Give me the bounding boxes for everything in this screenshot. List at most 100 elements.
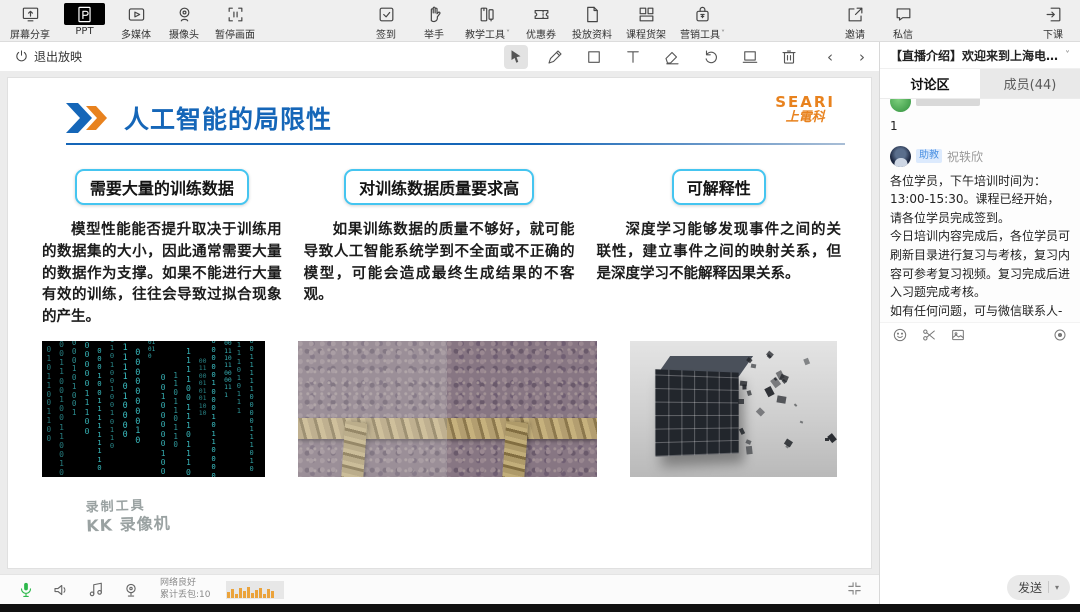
eraser-tool-button[interactable] <box>660 45 684 69</box>
pen-tool-button[interactable] <box>543 45 567 69</box>
heading-box-3: 可解释性 <box>671 169 766 205</box>
send-options-caret-icon[interactable]: ▾ <box>1055 583 1059 592</box>
toolbar-label: 投放资料 <box>572 30 612 41</box>
live-intro-title: 【直播介绍】欢迎来到上海电器... <box>890 48 1060 63</box>
toolbar-label: 教学工具 ˅ <box>465 29 510 41</box>
toolbar-materials[interactable]: 投放资料 <box>572 3 612 41</box>
media-play-icon <box>127 3 146 25</box>
toolbar-label: 优惠券 <box>526 30 556 41</box>
invite-icon <box>846 3 865 25</box>
rope-comparison-image <box>298 340 597 477</box>
toolbar-label: 私信 <box>893 30 913 41</box>
slide-stage: 人工智能的局限性 SEARI 上電科 需要大量的训练数据 对训练数据质量要求高 … <box>0 72 879 574</box>
chevron-down-icon: ˅ <box>721 29 725 38</box>
toolbar-label: 屏幕分享 <box>10 30 50 41</box>
packet-loss-label: 累计丢包:10 <box>160 589 211 600</box>
bottom-status-bar: 网络良好 累计丢包:10 <box>0 574 879 604</box>
toolbar-course-shelf[interactable]: 课程货架 <box>626 3 666 41</box>
top-toolbar: 屏幕分享 PPT 多媒体 摄像头 暂停画面 签到 举手 教学工具 ˅ 优惠券 投… <box>0 0 1080 42</box>
slide-sub-toolbar: 退出放映 ‹ › <box>0 42 879 72</box>
send-button[interactable]: 发送 ▾ <box>1006 574 1070 600</box>
toolbar-label: 邀请 <box>845 30 865 41</box>
chat-settings-button[interactable] <box>1052 327 1068 343</box>
webcam-button[interactable] <box>121 580 141 600</box>
pause-screen-icon <box>226 3 245 25</box>
exit-projection-button[interactable]: 退出放映 <box>14 48 82 65</box>
prev-slide-button[interactable]: ‹ <box>827 48 833 66</box>
toolbar-checkin[interactable]: 签到 <box>369 3 403 41</box>
toolbar-coupon[interactable]: 优惠券 <box>524 3 558 41</box>
chat-panel: 【直播介绍】欢迎来到上海电器... ˅ 讨论区 成员(44) 1 助教 祝轶欣 … <box>880 42 1080 604</box>
text-tool-button[interactable] <box>621 45 645 69</box>
matrix-image: 0101100110000011001001100101000101001000… <box>42 340 265 477</box>
toolbar-label: 暂停画面 <box>215 30 255 41</box>
chat-tabs: 讨论区 成员(44) <box>880 69 1080 99</box>
toolbar-label: 举手 <box>424 30 444 41</box>
chevron-down-icon[interactable]: ˅ <box>1065 50 1070 61</box>
end-class-icon <box>1044 3 1063 25</box>
screenshot-scissors-button[interactable] <box>921 327 937 343</box>
double-chevron-icon <box>66 103 107 133</box>
send-divider <box>1047 581 1049 593</box>
course-shelf-icon <box>637 3 656 25</box>
chat-header: 【直播介绍】欢迎来到上海电器... ˅ <box>880 42 1080 69</box>
private-message-icon <box>894 3 913 25</box>
laser-board-button[interactable] <box>738 45 762 69</box>
sender-name: 祝轶欣 <box>947 149 984 164</box>
toolbar-screen-share[interactable]: 屏幕分享 <box>10 3 50 41</box>
shape-tool-button[interactable] <box>582 45 606 69</box>
exit-projection-label: 退出放映 <box>34 50 83 64</box>
toolbar-end-class[interactable]: 下课 <box>1036 3 1070 41</box>
window-bottom-strip <box>0 604 1080 612</box>
chat-message-list[interactable]: 1 助教 祝轶欣 各位学员，下午培训时间为：13:00-15:30。课程已经开始… <box>880 99 1080 322</box>
exit-projection-icon <box>16 50 27 62</box>
toolbar-pause-screen[interactable]: 暂停画面 <box>215 3 255 41</box>
raise-hand-icon <box>425 3 444 25</box>
toolbar-marketing-tools[interactable]: 营销工具 ˅ <box>680 3 725 41</box>
tab-members[interactable]: 成员(44) <box>980 69 1080 98</box>
heading-box-2: 对训练数据质量要求高 <box>344 169 535 205</box>
materials-icon <box>583 3 602 25</box>
screen-share-icon <box>21 3 40 25</box>
emoji-button[interactable] <box>892 327 908 343</box>
chevron-down-icon: ˅ <box>506 29 510 38</box>
chat-send-row: 发送 ▾ <box>880 570 1080 604</box>
next-slide-button[interactable]: › <box>859 48 865 66</box>
toolbar-invite[interactable]: 邀请 <box>838 3 872 41</box>
tab-discussion[interactable]: 讨论区 <box>880 69 980 98</box>
avatar <box>890 145 911 167</box>
clear-annotations-button[interactable] <box>777 45 801 69</box>
network-meter <box>225 580 284 599</box>
toolbar-ppt[interactable]: PPT <box>64 3 105 37</box>
toolbar-raise-hand[interactable]: 举手 <box>417 3 451 41</box>
slide-image-row: 0101100110000011001001100101000101001000… <box>8 340 871 477</box>
toolbar-label: 多媒体 <box>121 30 151 41</box>
ppt-icon <box>64 3 105 25</box>
live-classroom-app: 屏幕分享 PPT 多媒体 摄像头 暂停画面 签到 举手 教学工具 ˅ 优惠券 投… <box>0 0 1080 612</box>
toolbar-camera[interactable]: 摄像头 <box>167 3 201 41</box>
image-button[interactable] <box>950 327 966 343</box>
toolbar-label: 摄像头 <box>169 30 199 41</box>
undo-button[interactable] <box>699 45 723 69</box>
collapse-icon <box>848 582 861 595</box>
toolbar-label: PPT <box>75 26 94 37</box>
coupon-icon <box>532 3 551 25</box>
cube-image <box>630 340 837 477</box>
network-status: 网络良好 累计丢包:10 <box>160 578 211 601</box>
network-quality-label: 网络良好 <box>160 578 197 589</box>
ppt-slide: 人工智能的局限性 SEARI 上電科 需要大量的训练数据 对训练数据质量要求高 … <box>8 78 871 568</box>
checkin-icon <box>377 3 396 25</box>
body-paragraph-2: 如果训练数据的质量不够好，就可能导致人工智能系统学到不全面或不正确的模型，可能会… <box>303 222 575 304</box>
toolbar-multimedia[interactable]: 多媒体 <box>119 3 153 41</box>
body-paragraph-1: 模型性能能否提升取决于训练用的数据集的大小，因此通常需要大量的数据作为支撑。如果… <box>42 222 282 325</box>
toolbar-private-message[interactable]: 私信 <box>886 3 920 41</box>
speaker-button[interactable] <box>51 580 71 600</box>
teaching-tools-icon <box>478 3 497 25</box>
microphone-button[interactable] <box>16 580 36 600</box>
cursor-tool-button[interactable] <box>504 44 528 69</box>
music-button[interactable] <box>86 580 106 600</box>
collapse-fullscreen-button[interactable] <box>846 580 863 601</box>
chat-input[interactable] <box>880 347 1080 570</box>
presentation-column: 退出放映 ‹ › 人工智能的局限性 SEARI 上電科 需要大量的训练数据 对训… <box>0 42 880 604</box>
toolbar-teaching-tools[interactable]: 教学工具 ˅ <box>465 3 510 41</box>
